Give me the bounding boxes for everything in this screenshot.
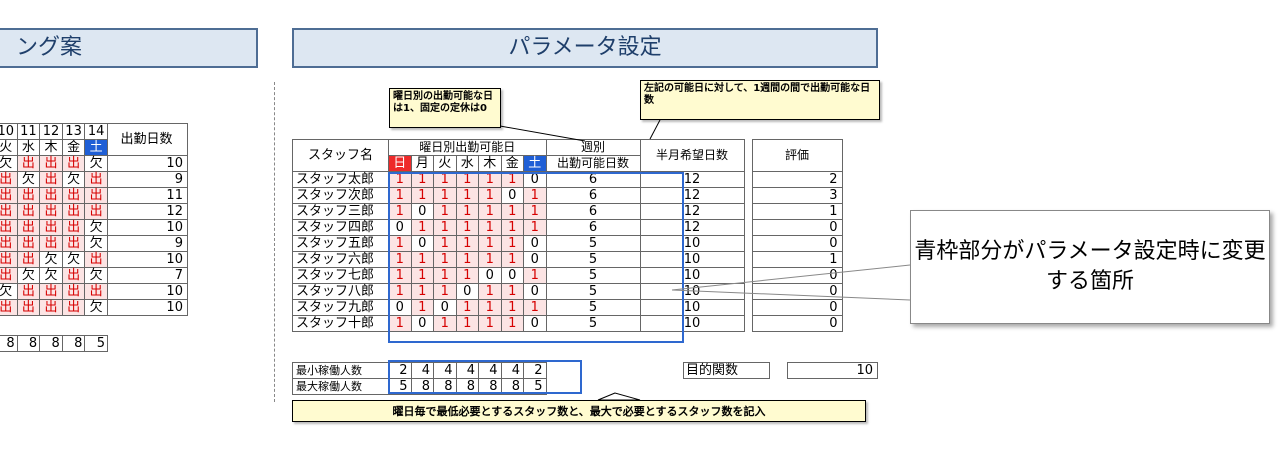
explanation-callout: 青枠部分がパラメータ設定時に変更する箇所 — [910, 210, 1270, 324]
